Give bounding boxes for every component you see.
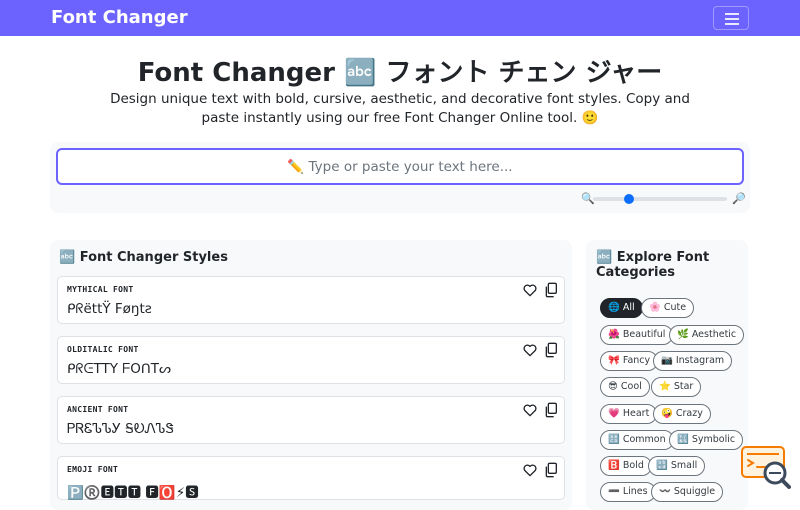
font-label: MYTHICAL FONT	[67, 285, 134, 294]
font-size-slider[interactable]	[593, 194, 727, 204]
copy-icon[interactable]	[544, 462, 558, 478]
brand-logo[interactable]: Font Changer	[51, 7, 188, 28]
category-chip-squiggle[interactable]: 〰️ Squiggle	[651, 482, 724, 502]
hamburger-icon	[725, 13, 739, 15]
help-chat-icon[interactable]	[738, 443, 792, 491]
size-large-icon: 🔎	[732, 192, 746, 205]
page-tagline: Design unique text with bold, cursive, a…	[110, 91, 690, 126]
category-chip-star[interactable]: ⭐ Star	[651, 377, 702, 397]
font-sample: ᑭᖇᕮTTY ᖴOᑎTᔕ	[67, 361, 172, 377]
category-chip-all[interactable]: 🌐 All	[600, 298, 643, 318]
category-chip-lines[interactable]: ➖ Lines	[600, 482, 656, 502]
font-sample: 🅿️®️🅴🆃🆃 🅵🅾️⚡🆂	[67, 485, 199, 501]
menu-toggle-button[interactable]	[713, 6, 749, 30]
font-label: ANCIENT FONT	[67, 405, 129, 414]
heart-icon[interactable]	[522, 462, 538, 478]
category-chip-fancy[interactable]: 🎀 Fancy	[600, 351, 659, 371]
hamburger-icon-bar	[725, 23, 739, 25]
category-chip-symbolic[interactable]: 🔣 Symbolic	[669, 430, 744, 450]
category-chip-cool[interactable]: 😎 Cool	[600, 377, 650, 397]
categories-heading: 🔤 Explore Font Categories	[596, 250, 710, 280]
font-sample: ᑭᖇëttŸ Føŋtƨ	[67, 301, 152, 317]
font-label: OLDITALIC FONT	[67, 345, 139, 354]
category-chip-instagram[interactable]: 📷 Instagram	[653, 351, 733, 371]
font-card-mythical[interactable]: MYTHICAL FONT ᑭᖇëttŸ Føŋtƨ	[57, 276, 565, 324]
category-chip-crazy[interactable]: 🤪 Crazy	[653, 404, 711, 424]
font-sample: ᏢᏒᏋᏖᏖᎩ ᎦᎧᏁᏖᏕ	[67, 421, 174, 437]
copy-icon[interactable]	[544, 342, 558, 358]
category-chip-bold[interactable]: 🅱️ Bold	[600, 456, 652, 476]
category-chip-aesthetic[interactable]: 🌿 Aesthetic	[669, 325, 745, 345]
heart-icon[interactable]	[522, 282, 538, 298]
category-chip-beautiful[interactable]: 🌺 Beautiful	[600, 325, 674, 345]
category-chip-small[interactable]: 🔡 Small	[648, 456, 706, 476]
styles-heading: 🔤 Font Changer Styles	[59, 250, 228, 265]
category-chip-common[interactable]: 🔠 Common	[600, 430, 674, 450]
category-chip-heart[interactable]: 💗 Heart	[600, 404, 658, 424]
page-title: Font Changer 🔤 フォント チェン ジャー	[137, 58, 663, 88]
category-chip-cute[interactable]: 🌸 Cute	[641, 298, 695, 318]
copy-icon[interactable]	[544, 402, 558, 418]
copy-icon[interactable]	[544, 282, 558, 298]
font-card-ancient[interactable]: ANCIENT FONT ᏢᏒᏋᏖᏖᎩ ᎦᎧᏁᏖᏕ	[57, 396, 565, 444]
hamburger-icon-bar	[725, 18, 739, 20]
heart-icon[interactable]	[522, 342, 538, 358]
font-label: EMOJI FONT	[67, 465, 119, 474]
heart-icon[interactable]	[522, 402, 538, 418]
navbar: Font Changer	[0, 0, 800, 36]
font-card-emoji[interactable]: EMOJI FONT 🅿️®️🅴🆃🆃 🅵🅾️⚡🆂	[57, 456, 565, 501]
font-card-olditalic[interactable]: OLDITALIC FONT ᑭᖇᕮTTY ᖴOᑎTᔕ	[57, 336, 565, 384]
text-input[interactable]	[56, 148, 744, 185]
